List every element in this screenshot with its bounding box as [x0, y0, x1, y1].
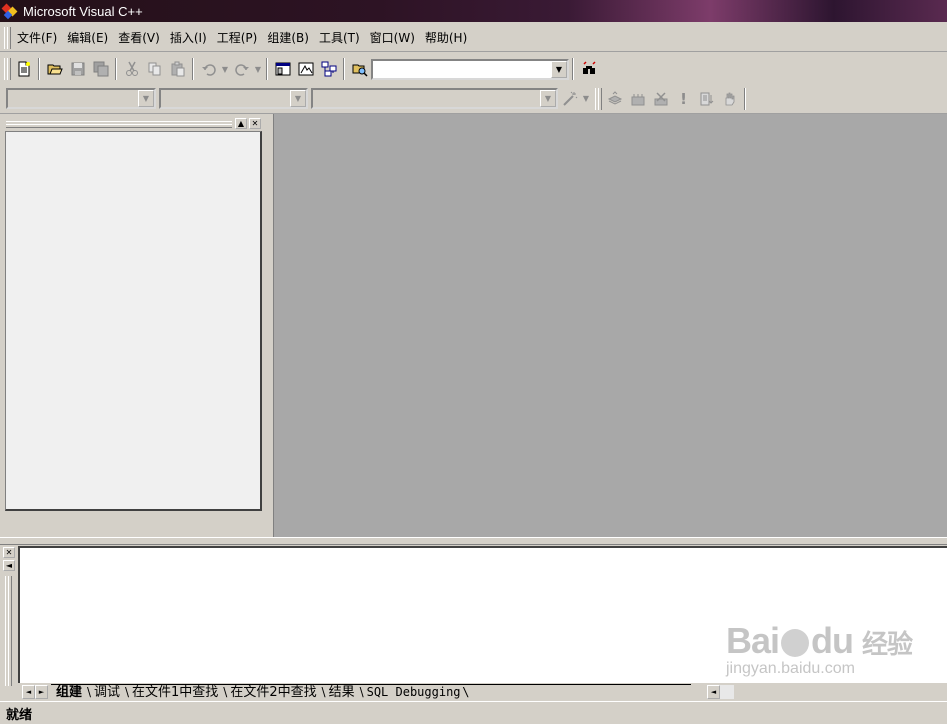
menu-file[interactable]: 文件(F): [12, 29, 62, 47]
output-tabs: 组建 调试 在文件1中查找 在文件2中查找 结果 SQL Debugging: [51, 683, 691, 700]
build-icon[interactable]: [626, 88, 649, 110]
tab-find-in-files-2[interactable]: 在文件2中查找: [225, 685, 326, 700]
tab-build[interactable]: 组建: [51, 685, 91, 700]
toolbar-separator: [744, 87, 746, 110]
breakpoint-icon[interactable]: [718, 88, 741, 110]
paste-icon[interactable]: [166, 58, 189, 80]
hscroll-left-icon[interactable]: ◄: [707, 684, 720, 699]
new-icon[interactable]: [12, 58, 35, 80]
hscroll-track[interactable]: [720, 684, 734, 699]
tab-debug[interactable]: 调试: [89, 685, 129, 700]
output-view[interactable]: [18, 546, 947, 683]
workspace-panel-grip[interactable]: [6, 121, 232, 128]
find-in-files-icon[interactable]: [348, 58, 371, 80]
maximize-output-icon[interactable]: ◄: [3, 560, 15, 571]
status-bar: 就绪: [0, 701, 947, 724]
standard-toolbar: ▼ ▼ ▼: [0, 54, 947, 84]
menu-tools[interactable]: 工具(T): [314, 29, 365, 47]
toolbar-grip[interactable]: [4, 58, 11, 80]
splitter-bar[interactable]: [0, 537, 947, 545]
menu-bar: 文件(F) 编辑(E) 查看(V) 插入(I) 工程(P) 组建(B) 工具(T…: [0, 24, 947, 52]
toolbar-separator: [266, 58, 268, 80]
class-combo[interactable]: ▼: [6, 88, 156, 109]
tab-results[interactable]: 结果: [324, 685, 364, 700]
output-icon[interactable]: [294, 58, 317, 80]
redo-dropdown-icon[interactable]: ▼: [253, 58, 263, 80]
toolbar-separator: [192, 58, 194, 80]
menu-help[interactable]: 帮助(H): [420, 29, 472, 47]
tab-scroll-right-icon[interactable]: ►: [35, 684, 48, 699]
find-combo[interactable]: ▼: [371, 58, 569, 80]
menu-project[interactable]: 工程(P): [212, 29, 263, 47]
status-text: 就绪: [6, 707, 33, 723]
members-combo-dropdown-icon[interactable]: ▼: [540, 90, 556, 107]
workspace-view[interactable]: [5, 131, 262, 511]
workspace-icon[interactable]: [271, 58, 294, 80]
menu-edit[interactable]: 编辑(E): [62, 29, 113, 47]
mdi-client-area[interactable]: [273, 114, 947, 537]
app-icon[interactable]: [1, 3, 18, 20]
class-combo-dropdown-icon[interactable]: ▼: [138, 90, 154, 107]
cut-icon[interactable]: [120, 58, 143, 80]
toolbar-separator: [115, 58, 117, 80]
tab-sql-debugging[interactable]: SQL Debugging: [362, 685, 470, 700]
toolbar-separator: [343, 58, 345, 80]
undo-icon[interactable]: [197, 58, 220, 80]
toolbar-grip[interactable]: [595, 87, 602, 110]
save-all-icon[interactable]: [89, 58, 112, 80]
toolbar-separator: [572, 58, 574, 80]
find-icon[interactable]: [577, 58, 600, 80]
open-icon[interactable]: [43, 58, 66, 80]
wizard-toolbar: ▼ ▼ ▼ ▼ !: [0, 84, 947, 114]
close-output-icon[interactable]: ✕: [3, 547, 15, 558]
output-panel-grip[interactable]: [5, 576, 12, 686]
copy-icon[interactable]: [143, 58, 166, 80]
redo-icon[interactable]: [230, 58, 253, 80]
tab-find-in-files-1[interactable]: 在文件1中查找: [127, 685, 228, 700]
compile-icon[interactable]: [603, 88, 626, 110]
menubar-grip[interactable]: [4, 26, 11, 49]
menu-window[interactable]: 窗口(W): [365, 29, 420, 47]
window-list-icon[interactable]: [317, 58, 340, 80]
menu-view[interactable]: 查看(V): [113, 29, 165, 47]
output-hscrollbar[interactable]: ◄: [707, 684, 734, 699]
members-combo[interactable]: ▼: [311, 88, 558, 109]
maximize-panel-icon[interactable]: ▲: [235, 118, 247, 129]
title-bar[interactable]: Microsoft Visual C++: [0, 0, 947, 22]
wizard-icon[interactable]: [558, 88, 581, 110]
execute-icon[interactable]: !: [672, 88, 695, 110]
close-panel-icon[interactable]: ✕: [249, 118, 261, 129]
menu-insert[interactable]: 插入(I): [165, 29, 212, 47]
undo-dropdown-icon[interactable]: ▼: [220, 58, 230, 80]
toolbar-separator: [38, 58, 40, 80]
find-combo-dropdown-icon[interactable]: ▼: [551, 60, 567, 78]
stop-build-icon[interactable]: [649, 88, 672, 110]
go-icon[interactable]: [695, 88, 718, 110]
output-tabbar: ◄ ► 组建 调试 在文件1中查找 在文件2中查找 结果 SQL Debuggi…: [18, 683, 947, 700]
filter-combo[interactable]: ▼: [159, 88, 308, 109]
save-icon[interactable]: [66, 58, 89, 80]
wizard-dropdown-icon[interactable]: ▼: [581, 88, 591, 110]
menu-build[interactable]: 组建(B): [262, 29, 314, 47]
window-title: Microsoft Visual C++: [23, 3, 143, 19]
filter-combo-dropdown-icon[interactable]: ▼: [290, 90, 306, 107]
tab-scroll-left-icon[interactable]: ◄: [22, 684, 35, 699]
